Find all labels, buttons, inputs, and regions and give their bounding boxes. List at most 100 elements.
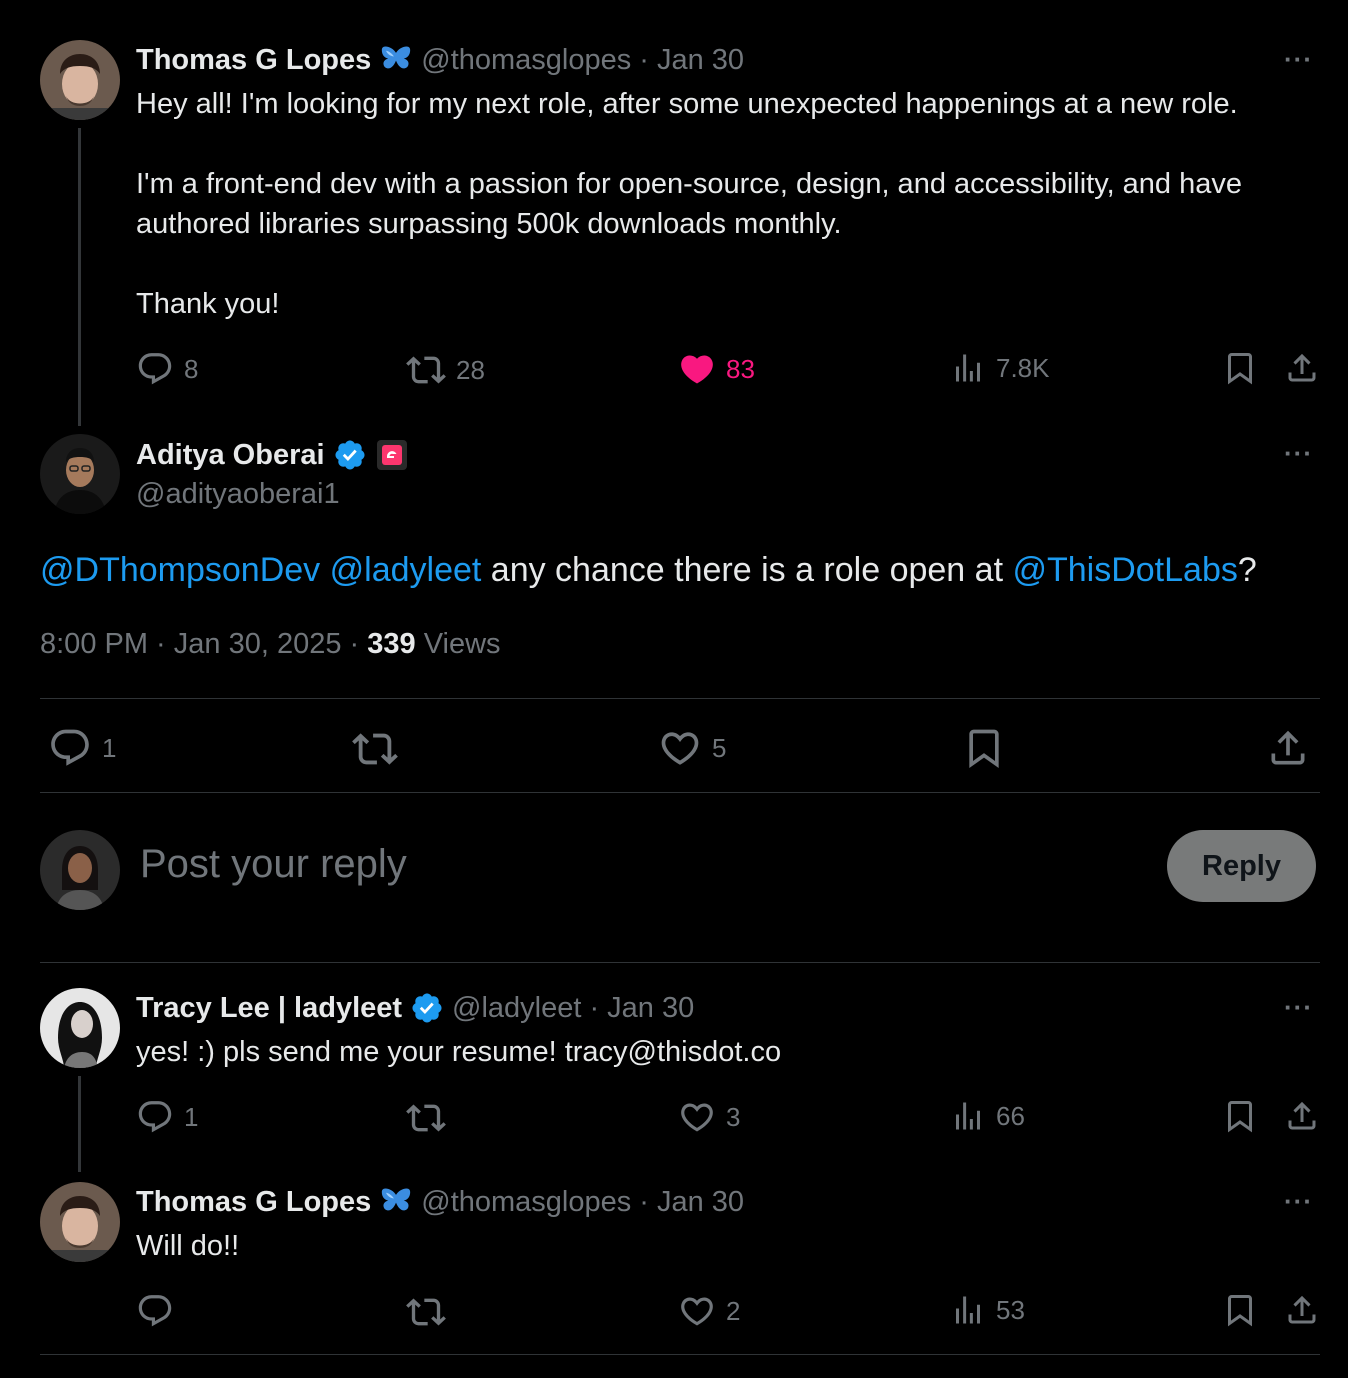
reply-icon — [136, 1292, 174, 1330]
avatar[interactable] — [40, 40, 120, 120]
tweet-header: Thomas G Lopes @thomasglopes · Jan 30 — [136, 42, 744, 78]
reply-submit-button[interactable]: Reply — [1167, 830, 1316, 902]
views-button[interactable]: 66 — [950, 1098, 1025, 1134]
mention-link[interactable]: @ladyleet — [330, 551, 482, 589]
bookmark-button[interactable] — [1222, 1292, 1258, 1328]
display-name[interactable]: Tracy Lee | ladyleet — [136, 992, 402, 1025]
bookmark-icon — [962, 726, 1006, 770]
views-button[interactable]: 53 — [950, 1292, 1025, 1328]
repost-button[interactable] — [352, 726, 398, 772]
reply-button[interactable]: 1 — [48, 726, 116, 770]
divider — [40, 792, 1320, 793]
display-name[interactable]: Thomas G Lopes — [136, 44, 371, 77]
verified-badge-icon — [333, 438, 367, 472]
views-count: 7.8K — [996, 352, 1050, 383]
more-options-icon[interactable]: ··· — [1284, 992, 1313, 1023]
views-button[interactable]: 7.8K — [950, 350, 1050, 386]
tweet-meta: 8:00 PM · Jan 30, 2025 · 339 Views — [40, 628, 501, 661]
tweet-date[interactable]: Jan 30 — [657, 44, 744, 77]
like-count: 83 — [726, 353, 755, 384]
current-user-avatar[interactable] — [40, 830, 120, 910]
divider — [40, 698, 1320, 699]
share-button[interactable] — [1266, 726, 1310, 770]
reply-button[interactable]: 8 — [136, 350, 198, 388]
views-icon — [950, 1292, 986, 1328]
repost-button[interactable]: 28 — [406, 350, 485, 390]
thread-line — [78, 1076, 81, 1172]
repost-icon — [406, 1292, 446, 1332]
reply-button[interactable] — [136, 1292, 174, 1330]
like-button[interactable]: 2 — [678, 1292, 740, 1330]
repost-count: 28 — [456, 354, 485, 385]
views-count: 53 — [996, 1294, 1025, 1325]
repost-button[interactable] — [406, 1098, 446, 1138]
reply-count: 8 — [184, 353, 199, 384]
heart-icon — [678, 1098, 716, 1136]
avatar[interactable] — [40, 988, 120, 1068]
more-options-icon[interactable]: ··· — [1284, 438, 1313, 469]
reply-input[interactable]: Post your reply — [140, 842, 407, 887]
butterfly-icon — [379, 1185, 413, 1219]
repost-button[interactable] — [406, 1292, 446, 1332]
mention-link[interactable]: @DThompsonDev — [40, 551, 320, 589]
user-handle[interactable]: @ladyleet — [452, 992, 581, 1025]
share-button[interactable] — [1284, 1292, 1320, 1328]
butterfly-icon — [379, 43, 413, 77]
tweet-text-end: ? — [1237, 551, 1257, 589]
reply-icon — [136, 350, 174, 388]
views-label: Views — [415, 628, 501, 660]
more-options-icon[interactable]: ··· — [1284, 1186, 1313, 1217]
tweet-date[interactable]: Jan 30 — [657, 1186, 744, 1219]
bookmark-button[interactable] — [962, 726, 1006, 770]
tweet-header: Thomas G Lopes @thomasglopes · Jan 30 — [136, 1184, 744, 1220]
reply-count: 1 — [102, 732, 117, 763]
share-icon — [1284, 1098, 1320, 1134]
avatar[interactable] — [40, 1182, 120, 1262]
heart-icon — [678, 1292, 716, 1330]
bookmark-button[interactable] — [1222, 1098, 1258, 1134]
like-count: 3 — [726, 1101, 741, 1132]
display-name[interactable]: Thomas G Lopes — [136, 1186, 371, 1219]
separator: · — [639, 43, 649, 76]
bookmark-button[interactable] — [1222, 350, 1258, 386]
bookmark-icon — [1222, 1292, 1258, 1328]
views-icon — [950, 350, 986, 386]
like-count: 5 — [712, 732, 727, 763]
share-icon — [1284, 1292, 1320, 1328]
affiliate-logo-icon[interactable] — [376, 440, 407, 470]
repost-icon — [406, 1098, 446, 1138]
share-icon — [1266, 726, 1310, 770]
verified-badge-icon — [410, 991, 444, 1025]
like-button[interactable]: 3 — [678, 1098, 740, 1136]
separator: · — [589, 991, 600, 1024]
bookmark-icon — [1222, 350, 1258, 386]
avatar[interactable] — [40, 434, 120, 514]
reply-count: 1 — [184, 1101, 199, 1132]
divider — [40, 1354, 1320, 1355]
display-name[interactable]: Aditya Oberai — [136, 439, 325, 472]
user-handle[interactable]: @adityaoberai1 — [136, 478, 340, 511]
reply-icon — [136, 1098, 174, 1136]
reply-button[interactable]: 1 — [136, 1098, 198, 1136]
tweet-timestamp[interactable]: 8:00 PM · Jan 30, 2025 · — [40, 628, 367, 660]
user-handle[interactable]: @thomasglopes — [421, 44, 631, 77]
more-options-icon[interactable]: ··· — [1284, 44, 1313, 75]
like-count: 2 — [726, 1295, 741, 1326]
tweet-text: Will do!! — [136, 1230, 240, 1262]
share-icon — [1284, 350, 1320, 386]
reply-icon — [48, 726, 92, 770]
mention-link[interactable]: @ThisDotLabs — [1012, 551, 1237, 589]
user-handle[interactable]: @thomasglopes — [421, 1186, 631, 1219]
views-count: 339 — [367, 628, 416, 660]
tweet-text: Hey all! I'm looking for my next role, a… — [136, 88, 1243, 320]
views-icon — [950, 1098, 986, 1134]
main-tweet-text: @DThompsonDev @ladyleet any chance there… — [40, 548, 1257, 592]
repost-icon — [406, 350, 446, 390]
like-button[interactable]: 5 — [658, 726, 726, 770]
share-button[interactable] — [1284, 1098, 1320, 1134]
like-button[interactable]: 83 — [678, 350, 755, 388]
share-button[interactable] — [1284, 350, 1320, 386]
tweet-date[interactable]: Jan 30 — [607, 992, 694, 1025]
tweet-header: Aditya Oberai — [136, 436, 407, 474]
views-count: 66 — [996, 1100, 1025, 1131]
